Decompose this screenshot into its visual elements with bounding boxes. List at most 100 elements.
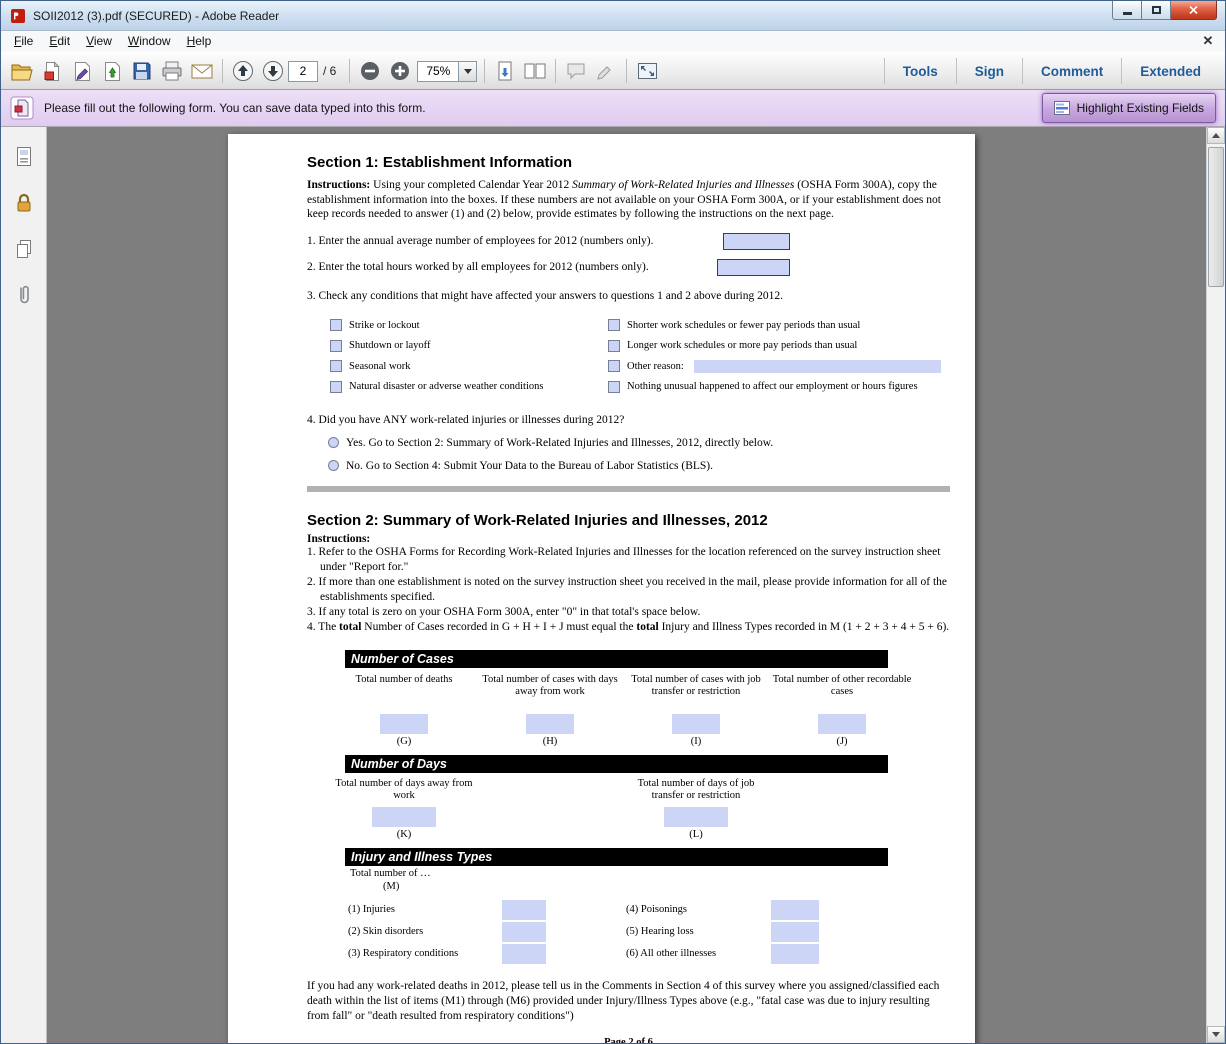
- injuries-field[interactable]: [502, 900, 546, 920]
- page-scroll-mode-button[interactable]: [491, 57, 519, 85]
- previous-page-button[interactable]: [229, 57, 257, 85]
- poisonings-field[interactable]: [771, 900, 819, 920]
- document-canvas[interactable]: Section 1: Establishment Information Ins…: [47, 127, 1206, 1043]
- pages-panel-button[interactable]: [9, 235, 39, 263]
- strike-lockout-checkbox[interactable]: [330, 319, 342, 331]
- comment-panel-button[interactable]: Comment: [1023, 64, 1121, 79]
- save-button[interactable]: [128, 57, 156, 85]
- scroll-up-icon: [1212, 133, 1220, 138]
- next-page-button[interactable]: [259, 57, 287, 85]
- toolbar-separator: [349, 59, 350, 83]
- fill-sign-icon: [73, 61, 92, 82]
- question-3-label: 3. Check any conditions that might have …: [307, 290, 950, 302]
- job-transfer-cases-field[interactable]: [672, 714, 720, 734]
- menubar-close-icon[interactable]: ✕: [1200, 33, 1216, 49]
- maximize-button[interactable]: [1142, 1, 1171, 20]
- page-thumbnails-button[interactable]: [9, 143, 39, 171]
- zoom-out-button[interactable]: [356, 57, 384, 85]
- vertical-scrollbar[interactable]: [1206, 127, 1225, 1043]
- security-panel-button[interactable]: [9, 189, 39, 217]
- extended-panel-button[interactable]: Extended: [1122, 64, 1219, 79]
- scroll-up-button[interactable]: [1207, 127, 1225, 144]
- email-button[interactable]: [188, 57, 216, 85]
- other-recordable-cases-field[interactable]: [818, 714, 866, 734]
- sign-panel-button[interactable]: Sign: [957, 64, 1022, 79]
- deaths-total-field[interactable]: [380, 714, 428, 734]
- share-upload-button[interactable]: [98, 57, 126, 85]
- yes-radio-label: Yes. Go to Section 2: Summary of Work-Re…: [346, 437, 773, 449]
- window-title: SOII2012 (3).pdf (SECURED) - Adobe Reade…: [33, 9, 279, 23]
- create-pdf-icon: [44, 61, 61, 82]
- job-transfer-days-field[interactable]: [664, 807, 728, 827]
- drawing-markup-button[interactable]: [592, 57, 620, 85]
- open-icon: [11, 62, 33, 81]
- fill-sign-button[interactable]: [68, 57, 96, 85]
- checkbox-label: Longer work schedules or more pay period…: [627, 340, 857, 351]
- employees-number-field[interactable]: [723, 233, 790, 250]
- zoom-level-input[interactable]: [417, 61, 458, 82]
- column-header: Total number of cases with job transfer …: [623, 668, 769, 714]
- shorter-schedules-checkbox[interactable]: [608, 319, 620, 331]
- column-key: (L): [623, 829, 769, 844]
- empty-column: [477, 773, 623, 844]
- page-number-input[interactable]: [288, 61, 318, 82]
- open-button[interactable]: [8, 57, 36, 85]
- cases-column-h: Total number of cases with days away fro…: [477, 668, 623, 751]
- fullscreen-icon: [637, 62, 658, 80]
- longer-schedules-checkbox[interactable]: [608, 340, 620, 352]
- menu-edit[interactable]: Edit: [41, 32, 78, 51]
- seasonal-work-checkbox[interactable]: [330, 360, 342, 372]
- total-hours-field[interactable]: [717, 259, 790, 276]
- scrollbar-thumb[interactable]: [1208, 147, 1224, 287]
- minimize-button[interactable]: [1112, 1, 1142, 20]
- respiratory-conditions-field[interactable]: [502, 944, 546, 964]
- highlight-existing-fields-button[interactable]: Highlight Existing Fields: [1042, 93, 1216, 123]
- print-button[interactable]: [158, 57, 186, 85]
- no-radio-label: No. Go to Section 4: Submit Your Data to…: [346, 460, 713, 472]
- tools-panel-button[interactable]: Tools: [885, 64, 956, 79]
- menu-view[interactable]: View: [78, 32, 120, 51]
- checkbox-row: Shutdown or layoff Longer work schedules…: [330, 335, 950, 356]
- other-reason-field[interactable]: [694, 360, 941, 373]
- conditions-checkbox-grid: Strike or lockout Shorter work schedules…: [307, 315, 950, 397]
- column-key: (I): [623, 736, 769, 751]
- hearing-loss-field[interactable]: [771, 922, 819, 942]
- days-away-cases-field[interactable]: [526, 714, 574, 734]
- shutdown-layoff-checkbox[interactable]: [330, 340, 342, 352]
- radio-row-no: No. Go to Section 4: Submit Your Data to…: [307, 460, 950, 472]
- days-away-total-field[interactable]: [372, 807, 436, 827]
- window-controls: [1112, 1, 1217, 20]
- highlight-button-label: Highlight Existing Fields: [1077, 101, 1204, 115]
- page-display-mode-button[interactable]: [521, 57, 549, 85]
- type-label: (5) Hearing loss: [626, 926, 771, 937]
- instruction-item-4: 4. The total Number of Cases recorded in…: [307, 620, 950, 635]
- checkbox-label: Strike or lockout: [349, 320, 420, 331]
- all-other-illnesses-field[interactable]: [771, 944, 819, 964]
- number-of-days-header: Number of Days: [345, 755, 888, 773]
- checkbox-cell: Shorter work schedules or fewer pay peri…: [608, 319, 860, 331]
- number-of-cases-header: Number of Cases: [345, 650, 888, 668]
- checkbox-cell: Shutdown or layoff: [330, 340, 608, 352]
- scroll-down-button[interactable]: [1207, 1026, 1225, 1043]
- nothing-unusual-checkbox[interactable]: [608, 381, 620, 393]
- zoom-dropdown-button[interactable]: [458, 61, 477, 82]
- form-notice-icon: [10, 96, 34, 120]
- checkbox-label: Shorter work schedules or fewer pay peri…: [627, 320, 860, 331]
- skin-disorders-field[interactable]: [502, 922, 546, 942]
- zoom-in-button[interactable]: [386, 57, 414, 85]
- menu-file[interactable]: File: [6, 32, 41, 51]
- email-icon: [191, 63, 213, 80]
- no-radio-button[interactable]: [328, 460, 339, 471]
- create-pdf-button[interactable]: [38, 57, 66, 85]
- attachments-panel-button[interactable]: [9, 281, 39, 309]
- checkbox-row: Natural disaster or adverse weather cond…: [330, 376, 950, 397]
- sticky-note-button[interactable]: [562, 57, 590, 85]
- menu-help[interactable]: Help: [179, 32, 220, 51]
- text-segment: 4. The: [307, 621, 339, 633]
- close-button[interactable]: [1171, 1, 1217, 20]
- menu-window[interactable]: Window: [120, 32, 179, 51]
- fullscreen-button[interactable]: [633, 57, 661, 85]
- other-reason-checkbox[interactable]: [608, 360, 620, 372]
- yes-radio-button[interactable]: [328, 437, 339, 448]
- natural-disaster-checkbox[interactable]: [330, 381, 342, 393]
